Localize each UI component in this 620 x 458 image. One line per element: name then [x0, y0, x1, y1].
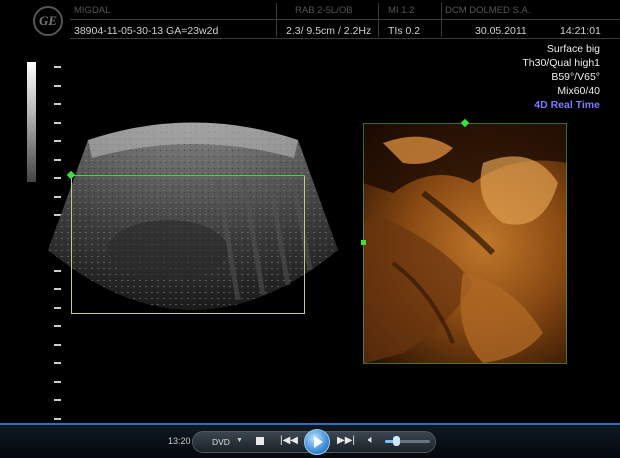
- volume-thumb[interactable]: [393, 436, 401, 446]
- header-divider: [70, 19, 620, 20]
- depth-tick: [54, 66, 61, 68]
- depth-frequency: 2.3/ 9.5cm / 2.2Hz: [286, 25, 372, 37]
- grayscale-bar: [27, 62, 36, 182]
- render-frame: [363, 123, 567, 364]
- param-mode: 4D Real Time: [534, 99, 600, 111]
- header-separator: [441, 3, 442, 37]
- exam-date: 30.05.2011: [475, 25, 527, 37]
- institution-name: DCM DOLMED S.A.: [445, 5, 531, 16]
- elapsed-time: 13:20: [168, 436, 191, 446]
- volume-icon[interactable]: 🔈︎: [368, 435, 375, 446]
- mi-value: MI 1.2: [388, 5, 415, 16]
- play-button[interactable]: [304, 429, 330, 455]
- param-quality: Th30/Qual high1: [522, 57, 600, 69]
- patient-id: 38904-11-05-30-13 GA=23w2d: [74, 25, 219, 37]
- param-angles: B59°/V65°: [551, 71, 600, 83]
- header: GE MIGDAL RAB 2-5L/OB MI 1.2 DCM DOLMED …: [0, 0, 620, 40]
- depth-tick: [54, 380, 61, 383]
- render-side-marker[interactable]: [361, 240, 366, 245]
- render-parameters: Surface big Th30/Qual high1 B59°/V65° Mi…: [522, 42, 600, 112]
- stop-icon[interactable]: [256, 437, 264, 445]
- probe-name: RAB 2-5L/OB: [295, 5, 353, 16]
- roi-top-edge: [71, 175, 305, 176]
- previous-icon[interactable]: |◀◀: [280, 436, 298, 446]
- ge-logo: GE: [33, 6, 63, 36]
- param-mix: Mix60/40: [557, 85, 600, 97]
- depth-tick: [54, 84, 61, 87]
- depth-tick: [54, 103, 61, 105]
- next-icon[interactable]: ▶▶|: [337, 436, 355, 446]
- param-surface: Surface big: [546, 43, 600, 55]
- source-selector[interactable]: DVD: [212, 437, 230, 447]
- header-bottom-line: [70, 38, 620, 39]
- chevron-down-icon[interactable]: ▼: [236, 437, 243, 444]
- roi-box[interactable]: [71, 175, 305, 314]
- header-separator: [378, 3, 379, 37]
- depth-tick: [54, 362, 61, 364]
- hospital-name: MIGDAL: [74, 5, 111, 16]
- exam-time: 14:21:01: [560, 25, 601, 37]
- header-separator: [276, 3, 277, 37]
- volume-slider[interactable]: [385, 440, 430, 443]
- depth-tick: [54, 343, 61, 346]
- ultrasound-screen: GE MIGDAL RAB 2-5L/OB MI 1.2 DCM DOLMED …: [0, 0, 620, 423]
- depth-tick: [54, 399, 61, 401]
- tis-value: TIs 0.2: [388, 25, 421, 37]
- play-icon: [313, 436, 323, 448]
- depth-tick: [54, 417, 61, 420]
